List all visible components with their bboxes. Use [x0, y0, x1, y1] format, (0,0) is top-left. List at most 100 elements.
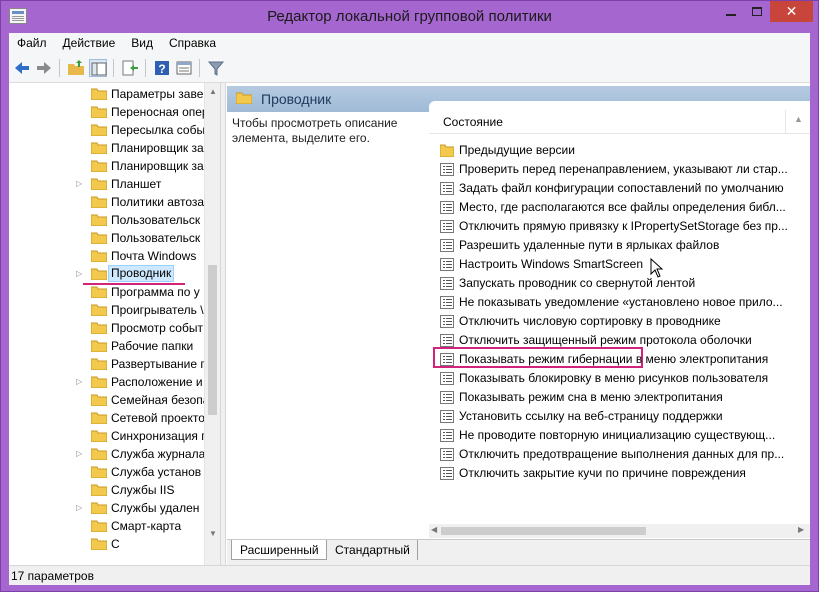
policy-setting-row[interactable]: Показывать блокировку в меню рисунков по…: [429, 369, 810, 388]
tree-item[interactable]: Параметры завер: [9, 85, 204, 103]
folder-icon: [91, 160, 107, 172]
expand-arrow-icon[interactable]: ▷: [76, 504, 82, 512]
menu-help[interactable]: Справка: [161, 36, 224, 50]
policy-setting-row[interactable]: Настроить Windows SmartScreen: [429, 255, 810, 274]
close-button[interactable]: ✕: [770, 1, 813, 22]
tree-item[interactable]: Служба установ: [9, 463, 204, 481]
policy-setting-row[interactable]: Задать файл конфигурации сопоставлений п…: [429, 179, 810, 198]
expand-arrow-icon[interactable]: ▷: [76, 450, 82, 458]
folder-icon: [91, 286, 107, 298]
help-icon[interactable]: ?: [153, 59, 171, 77]
folder-icon: [91, 250, 107, 262]
export-list-icon[interactable]: [121, 59, 139, 77]
title-bar[interactable]: Редактор локальной групповой политики ✕: [1, 1, 818, 33]
policy-setting-row[interactable]: Показывать режим гибернации в меню элект…: [429, 350, 810, 369]
tree-item-label: Службы удален: [111, 501, 200, 515]
tree-item-label: С: [111, 537, 120, 551]
tree-item[interactable]: Просмотр событ: [9, 319, 204, 337]
show-hide-tree-icon[interactable]: [89, 59, 107, 77]
expand-arrow-icon[interactable]: ▷: [76, 270, 82, 278]
policy-setting-row[interactable]: Разрешить удаленные пути в ярлыках файло…: [429, 236, 810, 255]
policy-setting-row[interactable]: Не показывать уведомление «установлено н…: [429, 293, 810, 312]
scroll-left-icon[interactable]: ◀: [431, 525, 437, 534]
tree-item[interactable]: ▷ Расположение и: [9, 373, 204, 391]
tree-item[interactable]: ▷ Службы удален: [9, 499, 204, 517]
tree-item[interactable]: Пользовательск: [9, 229, 204, 247]
tree-item[interactable]: Планировщик за: [9, 157, 204, 175]
tab-extended[interactable]: Расширенный: [231, 540, 327, 560]
tree-item[interactable]: Службы IIS: [9, 481, 204, 499]
policy-setting-row[interactable]: Установить ссылку на веб-страницу поддер…: [429, 407, 810, 426]
up-folder-icon[interactable]: [67, 59, 85, 77]
tree-item[interactable]: Политики автоза: [9, 193, 204, 211]
list-horizontal-scrollbar[interactable]: ◀ ▶: [429, 524, 810, 538]
tree-item[interactable]: Пользовательск: [9, 211, 204, 229]
filter-icon[interactable]: [207, 59, 225, 77]
policy-setting-row[interactable]: Отключить прямую привязку к IPropertySet…: [429, 217, 810, 236]
tree-item-label: Пересылка собы: [111, 123, 204, 137]
scroll-right-icon[interactable]: ▶: [798, 525, 804, 534]
policy-setting-row[interactable]: Отключить защищенный режим протокола обо…: [429, 331, 810, 350]
policy-setting-row[interactable]: Место, где располагаются все файлы опред…: [429, 198, 810, 217]
tree-item-label: Рабочие папки: [111, 339, 194, 353]
tree-item[interactable]: Рабочие папки: [9, 337, 204, 355]
tree-item[interactable]: Семейная безопа: [9, 391, 204, 409]
tree-item[interactable]: ▷ Служба журнала: [9, 445, 204, 463]
scroll-thumb[interactable]: [208, 265, 217, 415]
policy-setting-row[interactable]: Отключить закрытие кучи по причине повре…: [429, 464, 810, 483]
policy-setting-row[interactable]: Не проводите повторную инициализацию сущ…: [429, 426, 810, 445]
menu-view[interactable]: Вид: [123, 36, 161, 50]
tab-standard[interactable]: Стандартный: [327, 540, 418, 560]
setting-label: Отключить прямую привязку к IPropertySet…: [459, 219, 788, 233]
scroll-thumb[interactable]: [441, 527, 646, 535]
tree-item[interactable]: Почта Windows: [9, 247, 204, 265]
policy-setting-icon: [440, 315, 454, 328]
policy-setting-row[interactable]: Отключить предотвращение выполнения данн…: [429, 445, 810, 464]
tree-item[interactable]: Смарт-карта: [9, 517, 204, 535]
toolbar-separator: [113, 59, 114, 77]
policy-setting-row[interactable]: Показывать режим сна в меню электропитан…: [429, 388, 810, 407]
tree-item[interactable]: Программа по у: [9, 283, 204, 301]
column-header-label: Состояние: [443, 115, 503, 129]
tree-item[interactable]: С: [9, 535, 204, 553]
column-separator[interactable]: [785, 110, 786, 134]
pane-splitter[interactable]: [220, 83, 226, 565]
folder-icon: [91, 466, 107, 478]
minimize-button[interactable]: [718, 1, 744, 22]
tree-item[interactable]: Проигрыватель \: [9, 301, 204, 319]
folder-icon: [91, 376, 107, 388]
tree-vertical-scrollbar[interactable]: ▲ ▼: [204, 83, 220, 565]
policy-setting-row[interactable]: Отключить числовую сортировку в проводни…: [429, 312, 810, 331]
setting-label: Отключить закрытие кучи по причине повре…: [459, 466, 746, 480]
tree-item[interactable]: Планировщик за: [9, 139, 204, 157]
forward-icon[interactable]: [35, 59, 53, 77]
properties-icon[interactable]: [175, 59, 193, 77]
tree-item[interactable]: ▷ Проводник: [9, 265, 204, 283]
scroll-up-icon[interactable]: ▲: [209, 87, 217, 96]
menu-file[interactable]: Файл: [9, 36, 55, 50]
scroll-down-icon[interactable]: ▼: [209, 529, 217, 538]
list-folder-item[interactable]: Предыдущие версии: [429, 141, 810, 160]
tree-pane[interactable]: Параметры завер Переносная опер Пересылка …: [9, 83, 220, 565]
tree-item-label: Служба установ: [111, 465, 202, 479]
tree-item[interactable]: Переносная опер: [9, 103, 204, 121]
expand-arrow-icon[interactable]: ▷: [76, 180, 82, 188]
policy-setting-icon: [440, 258, 454, 271]
tree-item[interactable]: Синхронизация г: [9, 427, 204, 445]
column-header-state[interactable]: Состояние ▲: [429, 110, 810, 134]
tree-item-label: Политики автоза: [111, 195, 204, 209]
tree-item[interactable]: Развертывание п: [9, 355, 204, 373]
policy-setting-row[interactable]: Запускать проводник со свернутой лентой: [429, 274, 810, 293]
tree-item-label: Переносная опер: [111, 105, 204, 119]
tree-item[interactable]: ▷ Планшет: [9, 175, 204, 193]
back-icon[interactable]: [13, 59, 31, 77]
maximize-button[interactable]: [744, 1, 770, 22]
tree-item[interactable]: Сетевой проекто: [9, 409, 204, 427]
menu-action[interactable]: Действие: [55, 36, 124, 50]
tree-item[interactable]: Пересылка собы: [9, 121, 204, 139]
policy-setting-icon: [440, 182, 454, 195]
window-title: Редактор локальной групповой политики: [267, 8, 552, 25]
policy-setting-row[interactable]: Проверить перед перенаправлением, указыв…: [429, 160, 810, 179]
expand-arrow-icon[interactable]: ▷: [76, 378, 82, 386]
tree-item-label: Семейная безопа: [111, 393, 204, 407]
